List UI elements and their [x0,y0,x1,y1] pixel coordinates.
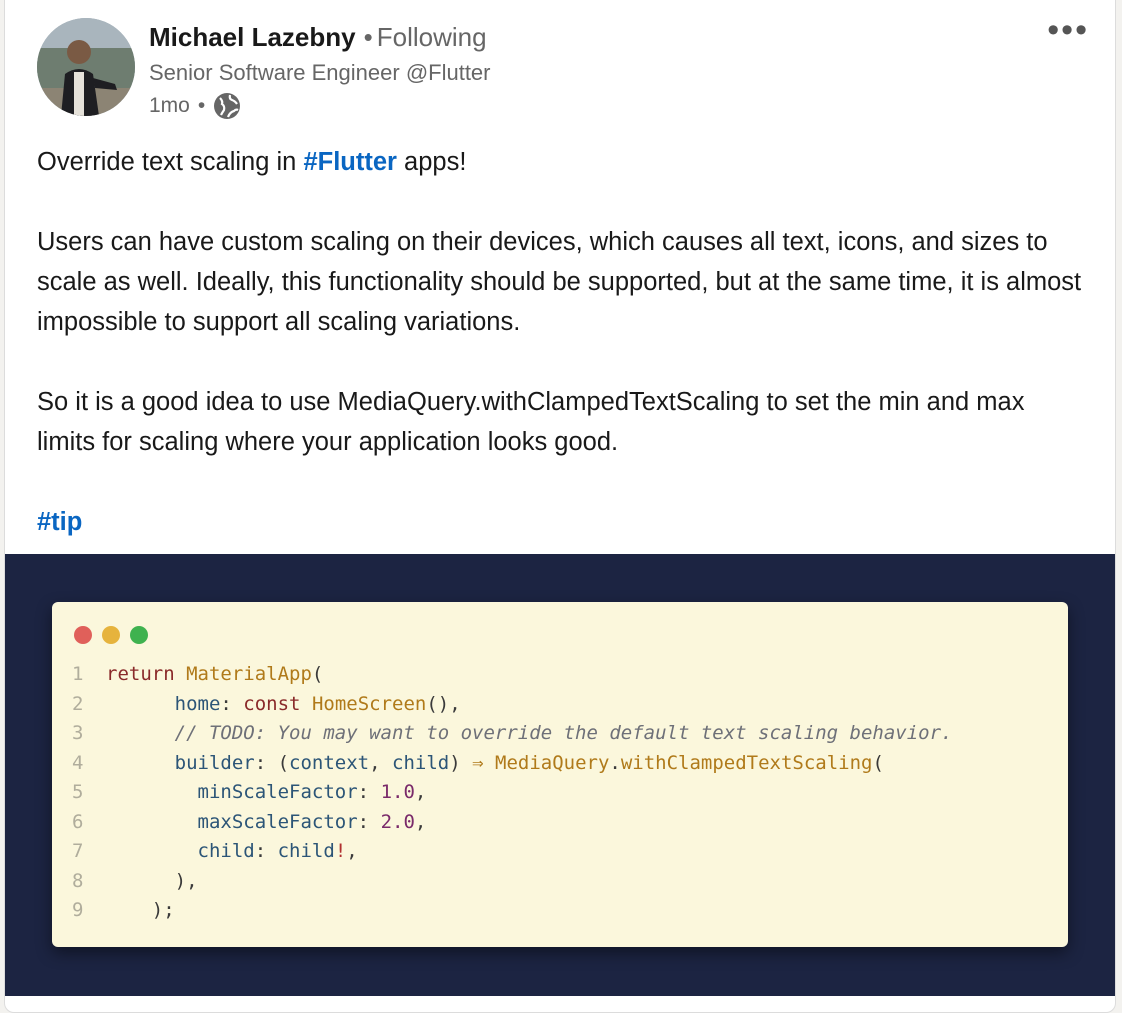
code-token: ); [151,899,175,921]
avatar-photo-icon [37,18,135,116]
code-token: : [220,692,244,715]
code-token: const [243,692,312,715]
line-number: 4 [72,751,84,774]
meta-separator: • [197,94,206,117]
author-line: Michael Lazebny • Following [149,22,487,53]
code-token: , [414,781,427,803]
code-token: : [357,810,381,833]
code-token: . [609,751,621,774]
line-number: 2 [72,692,84,715]
code-token: ( [311,663,324,685]
code-token: MaterialApp [186,663,312,685]
hashtag-tip[interactable]: #tip [37,508,82,536]
code-line: 4 builder: (context, child) ⇒ MediaQuery… [72,749,953,779]
code-token: HomeScreen [311,692,427,715]
code-token: ! [334,840,347,862]
code-token: ) [449,751,473,774]
code-token: child [392,751,450,774]
code-line: 9 ); [72,896,953,926]
code-token: context [289,751,370,774]
code-token: maxScaleFactor [197,810,358,833]
line-number: 8 [72,869,84,892]
code-token: : ( [254,751,290,774]
code-token: ( [872,751,884,774]
line-number: 3 [72,722,84,744]
code-token: , [369,751,393,774]
post-paragraph: Override text scaling in #Flutter apps! [37,142,1087,182]
minimize-dot-icon [102,626,120,644]
post-time: 1mo [149,94,190,117]
post-text: Override text scaling in [37,148,304,176]
window-controls [74,626,148,644]
line-number: 7 [72,840,84,862]
code-token: , [346,840,358,862]
code-token: : [254,840,278,862]
code-token: ), [174,869,198,892]
code-block: 1 return MaterialApp(2 home: const HomeSc… [72,660,953,926]
author-name[interactable]: Michael Lazebny [149,22,356,52]
code-token: 2.0 [380,810,415,833]
post-text: apps! [396,148,467,176]
author-headline: Senior Software Engineer @Flutter [149,60,491,85]
line-number: 5 [72,781,84,803]
code-token: (), [426,692,461,715]
code-token: 1.0 [380,781,415,803]
code-line: 3 // TODO: You may want to override the … [72,719,953,749]
code-token: return [106,663,187,685]
code-token: child [277,840,335,862]
more-options-button[interactable]: ••• [1047,13,1089,47]
post-body: Override text scaling in #Flutter apps! … [37,142,1087,542]
code-snippet-window: 1 return MaterialApp(2 home: const HomeSc… [52,602,1068,947]
maximize-dot-icon [130,626,148,644]
code-token: child [197,840,255,862]
code-token: ⇒ [472,751,495,774]
close-dot-icon [74,626,92,644]
code-token: , [414,810,427,833]
post-image[interactable]: 1 return MaterialApp(2 home: const HomeSc… [5,554,1115,996]
code-token: MediaQuery [495,751,610,774]
code-line: 2 home: const HomeScreen(), [72,690,953,720]
code-token: builder [174,751,255,774]
post-meta: 1mo • [149,92,241,120]
author-avatar[interactable] [37,18,135,116]
code-line: 7 child: child!, [72,837,953,867]
post-paragraph: Users can have custom scaling on their d… [37,228,1082,336]
line-number: 6 [72,810,84,833]
code-line: 1 return MaterialApp( [72,660,953,690]
code-token: minScaleFactor [197,781,358,803]
hashtag-flutter[interactable]: #Flutter [303,148,397,176]
author-separator: • [363,22,373,52]
code-token: : [357,781,381,803]
code-line: 5 minScaleFactor: 1.0, [72,778,953,808]
following-status: Following [376,22,487,52]
code-line: 8 ), [72,867,953,897]
code-token: // TODO: You may want to override the de… [174,722,953,744]
line-number: 9 [72,899,84,921]
globe-icon [214,93,241,119]
code-line: 6 maxScaleFactor: 2.0, [72,808,953,838]
line-number: 1 [72,663,84,685]
code-token: withClampedTextScaling [620,751,873,774]
post-paragraph: So it is a good idea to use MediaQuery.w… [37,388,1025,456]
post-paragraph: #tip [37,502,1087,542]
code-token: home [174,692,221,715]
feed-post-card: Michael Lazebny • Following Senior Softwar… [4,0,1116,1013]
